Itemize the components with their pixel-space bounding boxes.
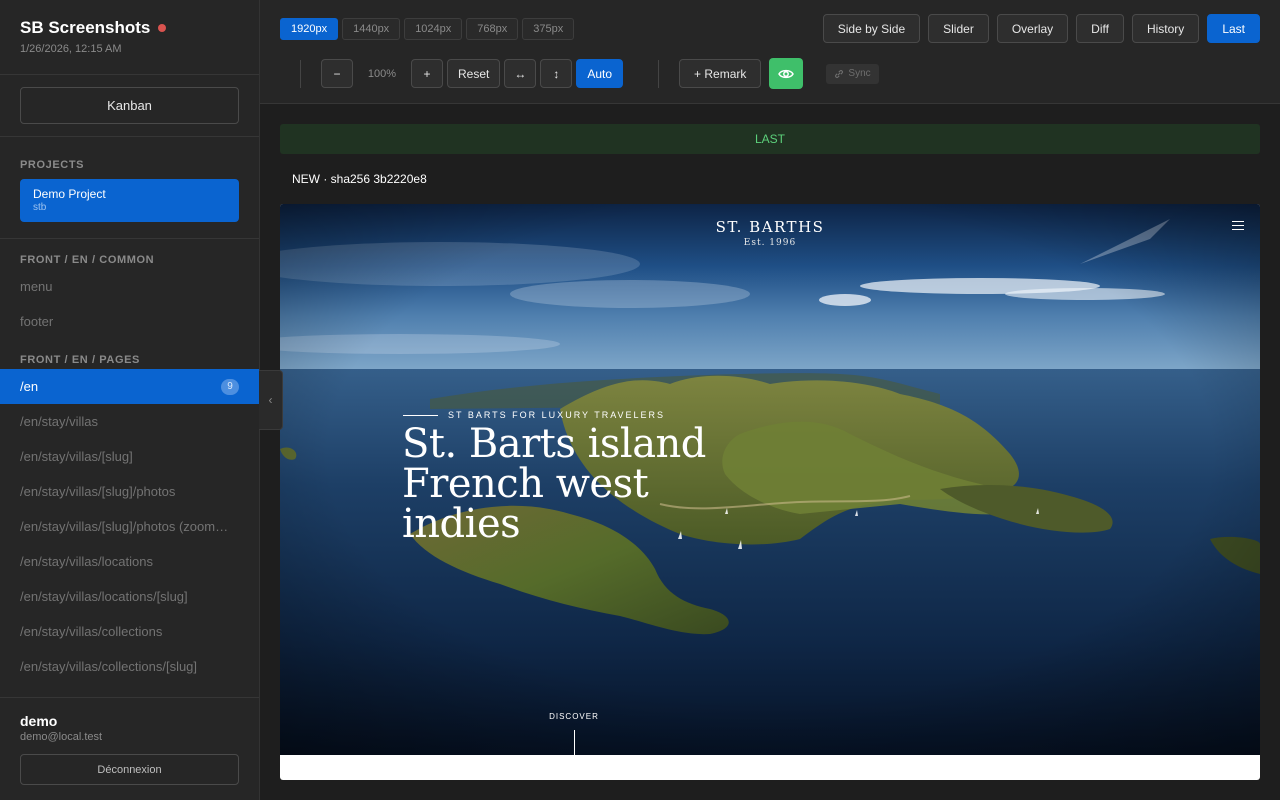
app-title-row: SB Screenshots	[20, 18, 239, 38]
screenshot-label: NEW · sha256 3b2220e8	[292, 172, 427, 186]
sync-toggle[interactable]: Sync	[826, 63, 879, 84]
site-logo[interactable]: ST. BARTHS Est. 1996	[280, 218, 1260, 248]
hero-title: St. Barts island French west indies	[402, 421, 706, 547]
nav-item-villas[interactable]: /en/stay/villas	[0, 404, 259, 439]
project-card-demo[interactable]: Demo Project stb	[20, 179, 239, 222]
user-email: demo@local.test	[20, 731, 103, 743]
nav-item-label: /en/stay/villas	[20, 414, 99, 429]
eye-icon	[778, 69, 795, 78]
project-name: Demo Project	[33, 187, 106, 201]
viewport-1440[interactable]: 1440px	[342, 18, 401, 40]
nav-item-location-slug[interactable]: /en/stay/villas/locations/[slug]	[0, 579, 259, 614]
app-title: SB Screenshots	[20, 18, 151, 37]
project-slug: stb	[33, 202, 47, 213]
fit-width-button[interactable]: ↔	[504, 59, 537, 88]
projects-heading: PROJECTS	[20, 159, 85, 171]
nav-item-footer[interactable]: footer	[0, 304, 259, 339]
auto-fit-button[interactable]: Auto	[576, 59, 624, 88]
nav-item-en[interactable]: /en 9	[0, 369, 259, 404]
nav-item-villa-photos[interactable]: /en/stay/villas/[slug]/photos	[0, 474, 259, 509]
zoom-level: 100%	[367, 67, 397, 80]
site-logo-name: ST. BARTHS	[715, 218, 825, 236]
count-badge: 9	[221, 378, 239, 395]
zoom-reset-button[interactable]: Reset	[447, 59, 501, 88]
viewport-1920[interactable]: 1920px	[280, 18, 339, 40]
divider	[658, 59, 660, 88]
brand-header: SB Screenshots 1/26/2026, 12:15 AM	[0, 0, 259, 75]
hero-kicker: ST BARTS FOR LUXURY TRAVELERS	[403, 410, 665, 420]
sync-label: Sync	[848, 68, 871, 79]
sidebar-collapse-toggle[interactable]: ‹	[259, 370, 283, 430]
fit-height-button[interactable]: ↕	[540, 59, 573, 88]
app-datetime: 1/26/2026, 12:15 AM	[20, 43, 122, 55]
user-panel: demo demo@local.test Déconnexion	[0, 697, 259, 800]
view-mode-selector: Side by Side Slider Overlay Diff History…	[822, 14, 1260, 43]
link-icon	[835, 69, 844, 78]
nav-item-menu[interactable]: menu	[0, 269, 259, 304]
nav-item-label: /en/stay/villas/collections/[slug]	[20, 659, 198, 674]
sidebar: SB Screenshots 1/26/2026, 12:15 AM Kanba…	[0, 0, 260, 800]
screenshot-viewer: LAST NEW · sha256 3b2220e8 ST. BARTHS Es…	[260, 104, 1280, 800]
user-name: demo	[20, 713, 58, 729]
viewport-375[interactable]: 375px	[522, 18, 575, 40]
chevron-left-icon: ‹	[268, 393, 273, 407]
nav-item-label: /en/stay/villas/[slug]/photos (zoom…	[20, 519, 229, 534]
mode-diff-button[interactable]: Diff	[1076, 14, 1124, 43]
toolbar: 1920px 1440px 1024px 768px 375px Side by…	[260, 0, 1280, 104]
mode-last-button[interactable]: Last	[1207, 14, 1260, 43]
add-remark-button[interactable]: + Remark	[679, 59, 762, 88]
group-label-pages: FRONT / EN / PAGES	[20, 354, 140, 366]
nav-item-villa-photos-zoom[interactable]: /en/stay/villas/[slug]/photos (zoom…	[0, 509, 259, 544]
nav-item-label: /en	[20, 379, 39, 394]
nav-item-label: /en/stay/villas/collections	[20, 624, 163, 639]
nav-item-label: /en/stay/villas/[slug]	[20, 449, 133, 464]
kanban-button[interactable]: Kanban	[20, 87, 239, 124]
nav-item-collection-slug[interactable]: /en/stay/villas/collections/[slug]	[0, 649, 259, 684]
nav-item-collections[interactable]: /en/stay/villas/collections	[0, 614, 259, 649]
site-hero: ST. BARTHS Est. 1996 ST BARTS FOR LUXURY…	[280, 204, 1260, 755]
nav-item-label: /en/stay/villas/[slug]/photos	[20, 484, 176, 499]
projects-section: PROJECTS Demo Project stb	[0, 137, 259, 239]
nav-item-locations[interactable]: /en/stay/villas/locations	[0, 544, 259, 579]
logout-button[interactable]: Déconnexion	[20, 754, 239, 785]
zoom-out-button[interactable]: −	[321, 59, 353, 88]
site-logo-est: Est. 1996	[743, 238, 797, 248]
viewport-selector: 1920px 1440px 1024px 768px 375px	[280, 18, 575, 40]
mode-overlay-button[interactable]: Overlay	[996, 14, 1069, 43]
discover-link[interactable]: DISCOVER	[532, 712, 616, 721]
hero-kicker-text: ST BARTS FOR LUXURY TRAVELERS	[448, 410, 666, 420]
kicker-line	[403, 414, 438, 416]
nav-item-label: menu	[20, 279, 53, 294]
viewport-1024[interactable]: 1024px	[404, 18, 463, 40]
toggle-visibility-button[interactable]	[769, 58, 804, 89]
screenshot-frame[interactable]: ST. BARTHS Est. 1996 ST BARTS FOR LUXURY…	[280, 204, 1260, 780]
zoom-in-button[interactable]: +	[411, 59, 443, 88]
kanban-section: Kanban	[0, 75, 259, 137]
scroll-indicator-line	[574, 730, 575, 755]
nav-item-label: footer	[20, 314, 54, 329]
mode-history-button[interactable]: History	[1131, 14, 1200, 43]
zoom-controls: − 100% + Reset ↔ ↕ Auto + Remark Sync	[300, 58, 879, 89]
status-dot-icon	[158, 24, 167, 32]
hamburger-menu-icon[interactable]	[1232, 221, 1244, 233]
nav-item-label: /en/stay/villas/locations/[slug]	[20, 589, 188, 604]
kanban-button-label: Kanban	[107, 98, 152, 113]
nav-item-label: /en/stay/villas/locations	[20, 554, 153, 569]
divider	[300, 59, 301, 88]
last-banner: LAST	[280, 124, 1260, 154]
nav-item-villa-slug[interactable]: /en/stay/villas/[slug]	[0, 439, 259, 474]
group-label-common: FRONT / EN / COMMON	[20, 254, 155, 266]
viewport-768[interactable]: 768px	[466, 18, 519, 40]
mode-side-by-side-button[interactable]: Side by Side	[822, 14, 921, 43]
mode-slider-button[interactable]: Slider	[928, 14, 989, 43]
